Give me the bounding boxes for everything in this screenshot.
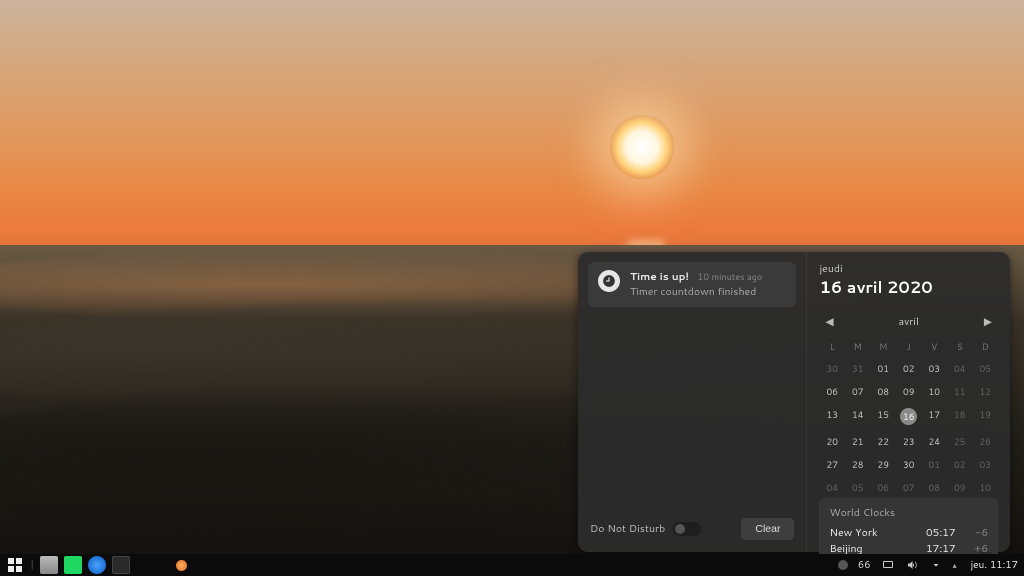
taskbar-separator: | bbox=[30, 558, 34, 572]
calendar-day[interactable]: 06 bbox=[819, 381, 845, 402]
world-clock-time: 05:17 bbox=[926, 526, 966, 540]
calendar-day[interactable]: 26 bbox=[972, 431, 998, 452]
wallpaper-sun bbox=[610, 115, 674, 179]
workspace-icon[interactable] bbox=[881, 558, 895, 572]
weekday-header: J bbox=[896, 337, 922, 356]
taskbar-indicator-icon bbox=[176, 560, 187, 571]
calendar-day-today[interactable]: 16 bbox=[896, 404, 922, 429]
world-clocks-heading: World Clocks bbox=[829, 506, 988, 520]
world-clock-city: New York bbox=[829, 526, 926, 540]
world-clock-offset: -6 bbox=[966, 526, 988, 540]
calendar-day[interactable]: 10 bbox=[921, 381, 947, 402]
clock-icon bbox=[598, 270, 620, 292]
calendar-day[interactable]: 01 bbox=[870, 358, 896, 379]
calendar-day[interactable]: 17 bbox=[921, 404, 947, 429]
calendar-day[interactable]: 12 bbox=[972, 381, 998, 402]
calendar-day[interactable]: 29 bbox=[870, 454, 896, 475]
notification-time: 10 minutes ago bbox=[698, 270, 763, 283]
calendar-day[interactable]: 08 bbox=[870, 381, 896, 402]
calendar-day[interactable]: 31 bbox=[845, 358, 871, 379]
calendar-day[interactable]: 02 bbox=[947, 454, 973, 475]
calendar-grid: LMMJVSD303101020304050607080910111213141… bbox=[819, 337, 998, 498]
weekday-header: M bbox=[845, 337, 871, 356]
taskbar-app-terminal[interactable] bbox=[112, 556, 130, 574]
dropdown-icon[interactable] bbox=[929, 558, 943, 572]
taskbar-app-files[interactable] bbox=[40, 556, 58, 574]
calendar-day[interactable]: 22 bbox=[870, 431, 896, 452]
calendar-day[interactable]: 25 bbox=[947, 431, 973, 452]
calendar-pane: jeudi 16 avril 2020 ◀ avril ▶ LMMJVSD303… bbox=[807, 252, 1010, 552]
prev-month-button[interactable]: ◀ bbox=[821, 313, 837, 331]
calendar-day[interactable]: 20 bbox=[819, 431, 845, 452]
activities-button[interactable] bbox=[6, 556, 24, 574]
calendar-day[interactable]: 15 bbox=[870, 404, 896, 429]
world-clock-row: New York05:17-6 bbox=[829, 525, 988, 541]
calendar-day[interactable]: 07 bbox=[896, 477, 922, 498]
calendar-day[interactable]: 07 bbox=[845, 381, 871, 402]
volume-icon[interactable] bbox=[905, 558, 919, 572]
calendar-day[interactable]: 19 bbox=[972, 404, 998, 429]
tray-expand-icon[interactable]: ▴ bbox=[953, 559, 957, 571]
dnd-toggle[interactable] bbox=[673, 522, 701, 536]
calendar-day[interactable]: 30 bbox=[819, 358, 845, 379]
taskbar-clock[interactable]: jeu. 11:17 bbox=[971, 558, 1018, 572]
notification-message: Timer countdown finished bbox=[630, 285, 762, 299]
calendar-day[interactable]: 09 bbox=[896, 381, 922, 402]
notifications-pane: Time is up! 10 minutes ago Timer countdo… bbox=[578, 252, 807, 552]
taskbar-app-spotify[interactable] bbox=[64, 556, 82, 574]
calendar-day[interactable]: 03 bbox=[972, 454, 998, 475]
calendar-day[interactable]: 10 bbox=[972, 477, 998, 498]
dnd-label: Do Not Disturb bbox=[590, 522, 665, 536]
taskbar: | 66 ▴ jeu. 11:17 bbox=[0, 554, 1024, 576]
calendar-popover: Time is up! 10 minutes ago Timer countdo… bbox=[578, 252, 1010, 552]
calendar-day[interactable]: 09 bbox=[947, 477, 973, 498]
next-month-button[interactable]: ▶ bbox=[980, 313, 996, 331]
calendar-day[interactable]: 14 bbox=[845, 404, 871, 429]
calendar-day[interactable]: 11 bbox=[947, 381, 973, 402]
calendar-day[interactable]: 02 bbox=[896, 358, 922, 379]
calendar-day[interactable]: 27 bbox=[819, 454, 845, 475]
calendar-day[interactable]: 30 bbox=[896, 454, 922, 475]
month-label: avril bbox=[899, 315, 919, 329]
calendar-day[interactable]: 18 bbox=[947, 404, 973, 429]
calendar-day[interactable]: 28 bbox=[845, 454, 871, 475]
dayname-label: jeudi bbox=[819, 262, 998, 276]
calendar-day[interactable]: 01 bbox=[921, 454, 947, 475]
clear-button[interactable]: Clear bbox=[741, 518, 794, 540]
weekday-header: S bbox=[947, 337, 973, 356]
status-dot-icon[interactable] bbox=[838, 560, 848, 570]
temperature-value[interactable]: 66 bbox=[858, 558, 871, 572]
calendar-day[interactable]: 24 bbox=[921, 431, 947, 452]
notification-title: Time is up! bbox=[630, 270, 689, 284]
full-date: 16 avril 2020 bbox=[819, 276, 998, 299]
calendar-day[interactable]: 21 bbox=[845, 431, 871, 452]
taskbar-app-browser[interactable] bbox=[88, 556, 106, 574]
weekday-header: M bbox=[870, 337, 896, 356]
weekday-header: V bbox=[921, 337, 947, 356]
calendar-day[interactable]: 04 bbox=[947, 358, 973, 379]
calendar-day[interactable]: 05 bbox=[845, 477, 871, 498]
notification-card[interactable]: Time is up! 10 minutes ago Timer countdo… bbox=[588, 262, 796, 307]
calendar-day[interactable]: 13 bbox=[819, 404, 845, 429]
calendar-day[interactable]: 04 bbox=[819, 477, 845, 498]
calendar-day[interactable]: 06 bbox=[870, 477, 896, 498]
weekday-header: D bbox=[972, 337, 998, 356]
weekday-header: L bbox=[819, 337, 845, 356]
calendar-day[interactable]: 23 bbox=[896, 431, 922, 452]
calendar-day[interactable]: 08 bbox=[921, 477, 947, 498]
calendar-day[interactable]: 03 bbox=[921, 358, 947, 379]
calendar-day[interactable]: 05 bbox=[972, 358, 998, 379]
